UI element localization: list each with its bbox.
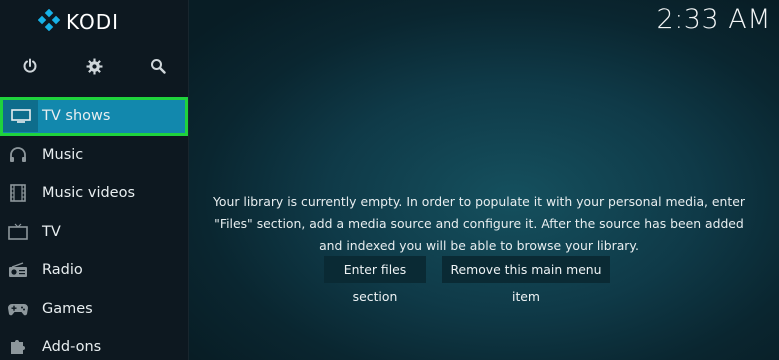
message-line-1: Your library is currently empty. In orde… bbox=[213, 194, 745, 209]
gear-icon[interactable] bbox=[84, 56, 104, 76]
sidebar: KODI TV shows Music Music videos TV Radi… bbox=[0, 0, 189, 360]
message-line-3: and indexed you will be able to browse y… bbox=[319, 238, 639, 253]
radio-icon bbox=[0, 251, 36, 289]
main-content-area: 2:33 AM bbox=[188, 0, 779, 360]
sidebar-item-label: TV bbox=[42, 223, 61, 240]
message-line-2: "Files" section, add a media source and … bbox=[214, 216, 744, 231]
headphones-icon bbox=[0, 136, 36, 174]
search-icon[interactable] bbox=[148, 56, 168, 76]
sidebar-item-music[interactable]: Music bbox=[0, 136, 188, 175]
power-icon[interactable] bbox=[20, 56, 40, 76]
sidebar-item-label: Radio bbox=[42, 262, 83, 279]
gamepad-icon bbox=[0, 290, 36, 328]
sidebar-item-tv-shows[interactable]: TV shows bbox=[0, 97, 188, 136]
kodi-logo-text: KODI bbox=[66, 10, 120, 34]
kodi-logo[interactable]: KODI bbox=[37, 8, 120, 35]
film-strip-icon bbox=[0, 174, 36, 212]
sidebar-item-label: TV shows bbox=[42, 108, 111, 125]
television-icon bbox=[0, 213, 36, 251]
sidebar-item-label: Music videos bbox=[42, 185, 136, 202]
sidebar-item-games[interactable]: Games bbox=[0, 290, 188, 329]
action-buttons: Enter files section Remove this main men… bbox=[324, 256, 610, 304]
empty-library-message: Your library is currently empty. In orde… bbox=[200, 191, 758, 257]
sidebar-item-add-ons[interactable]: Add-ons bbox=[0, 328, 188, 360]
sidebar-item-tv[interactable]: TV bbox=[0, 213, 188, 252]
clock: 2:33 AM bbox=[656, 4, 771, 35]
sidebar-item-label: Music bbox=[42, 146, 84, 163]
addons-icon bbox=[0, 328, 36, 360]
sidebar-item-label: Games bbox=[42, 300, 93, 317]
remove-main-menu-item-button[interactable]: Remove this main menu item bbox=[442, 256, 610, 304]
kodi-logo-icon bbox=[37, 8, 61, 35]
tv-icon bbox=[3, 100, 38, 133]
top-icon-bar bbox=[0, 56, 188, 76]
sidebar-item-label: Add-ons bbox=[42, 339, 102, 356]
sidebar-item-music-videos[interactable]: Music videos bbox=[0, 174, 188, 213]
sidebar-item-radio[interactable]: Radio bbox=[0, 251, 188, 290]
main-menu: TV shows Music Music videos TV Radio Gam… bbox=[0, 97, 188, 360]
enter-files-section-button[interactable]: Enter files section bbox=[324, 256, 426, 304]
